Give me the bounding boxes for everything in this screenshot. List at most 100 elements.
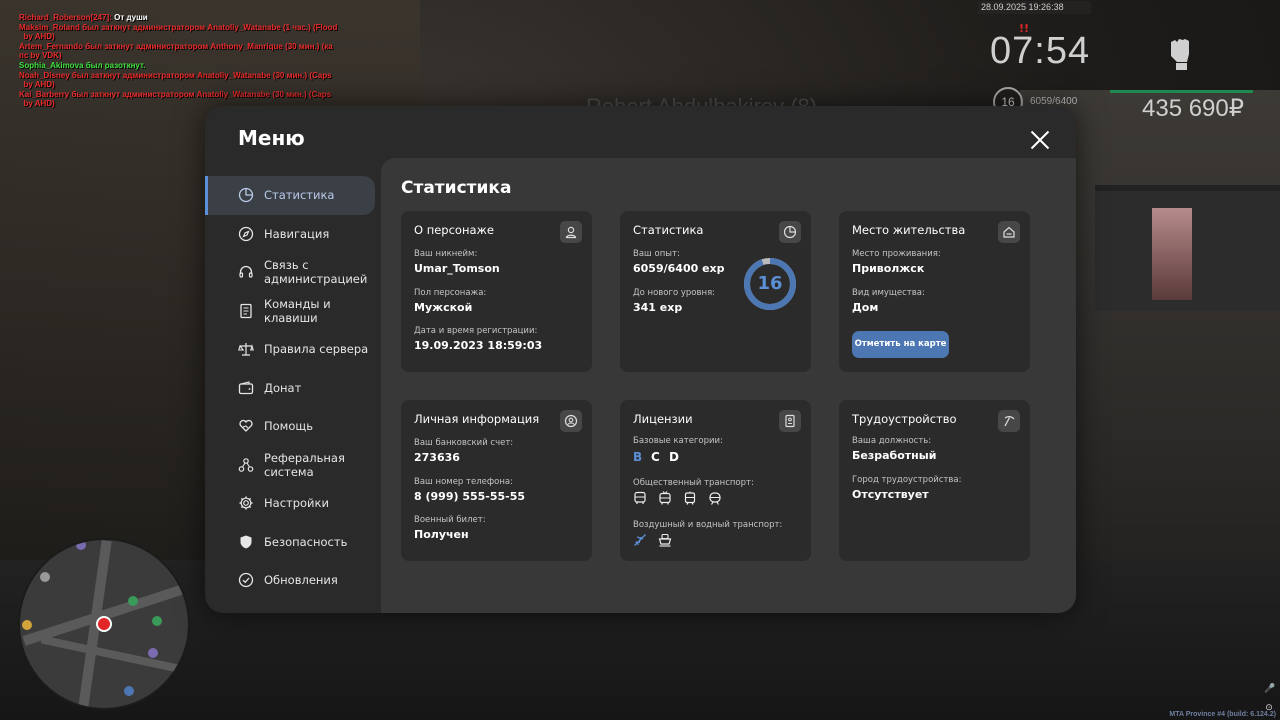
map-marker-icon bbox=[76, 540, 86, 550]
close-icon[interactable] bbox=[1028, 128, 1052, 152]
chat-line: Sophia_Akimova был разоткнут. bbox=[19, 61, 339, 71]
card-residence: Место жительства Место проживания: Приво… bbox=[839, 211, 1030, 372]
shield-icon bbox=[240, 535, 252, 549]
content-area: Статистика О персонаже Ваш никнейм: Umar… bbox=[381, 158, 1076, 613]
mark-on-map-button[interactable]: Отметить на карте bbox=[852, 331, 949, 358]
menu-title: Меню bbox=[238, 126, 305, 150]
chat-line: Artem_Fernando был заткнут администратор… bbox=[19, 42, 339, 61]
hud-datetime: 28.09.2025 19:26:38 bbox=[978, 1, 1091, 14]
sidebar-item[interactable]: Помощь bbox=[205, 407, 381, 446]
minimap[interactable] bbox=[18, 538, 190, 710]
plane-icon bbox=[634, 534, 646, 546]
field-label: Ваш опыт: bbox=[633, 249, 680, 259]
sidebar-item-label: Безопасность bbox=[264, 534, 348, 549]
phone-value: 8 (999) 555-55-55 bbox=[414, 490, 526, 503]
map-marker-icon bbox=[148, 648, 158, 658]
pickaxe-icon bbox=[998, 410, 1020, 432]
sidebar-item[interactable]: Безопасность bbox=[205, 523, 381, 562]
card-licenses: Лицензии Базовые категории: BCD Обществе… bbox=[620, 400, 811, 561]
license-category: D bbox=[669, 450, 679, 464]
sidebar-item-label: Настройки bbox=[264, 496, 329, 511]
sidebar-item[interactable]: Настройки bbox=[205, 484, 381, 523]
field-label: Место проживания: bbox=[852, 249, 941, 259]
chat-text: Sophia_Akimova был разоткнут. bbox=[19, 60, 146, 70]
id-card-icon bbox=[779, 410, 801, 432]
sidebar-item-label: Правила сервера bbox=[264, 342, 369, 357]
position-value: Безработный bbox=[852, 449, 937, 462]
map-marker-icon bbox=[152, 616, 162, 626]
sidebar-item-label: Статистика bbox=[264, 188, 335, 203]
license-category: B bbox=[633, 450, 643, 464]
network-icon bbox=[238, 457, 254, 472]
sidebar-item-label: Донат bbox=[264, 380, 302, 395]
field-label: Военный билет: bbox=[414, 515, 486, 525]
chat-text: Richard_Roberson[247]: bbox=[19, 13, 115, 22]
nickname-value: Umar_Tomson bbox=[414, 262, 500, 275]
sidebar-item[interactable]: Команды и клавиши bbox=[205, 292, 381, 331]
field-label: Базовые категории: bbox=[633, 436, 723, 446]
chat-text: Maksim_Roland был заткнут администраторо… bbox=[19, 22, 338, 42]
card-stats: Статистика Ваш опыт: 6059/6400 exp До но… bbox=[620, 211, 811, 372]
chat-line: Noah_Disney был заткнут администратором … bbox=[19, 71, 339, 90]
card-title: Трудоустройство bbox=[852, 412, 957, 426]
residence-value: Приволжск bbox=[852, 262, 925, 275]
chat-text: Artem_Fernando был заткнут администратор… bbox=[19, 41, 333, 61]
hud-clock: 07:54 bbox=[990, 30, 1091, 72]
chat-line: Richard_Roberson[247]: От души bbox=[19, 13, 339, 23]
compass-icon bbox=[238, 226, 254, 241]
card-title: Место жительства bbox=[852, 223, 966, 237]
sidebar-item-label: Связь с администрацией bbox=[264, 258, 368, 287]
sidebar-item-label: Навигация bbox=[264, 226, 330, 241]
field-label: Ваша должность: bbox=[852, 436, 932, 446]
map-marker-icon bbox=[40, 572, 50, 582]
map-marker-icon bbox=[22, 620, 32, 630]
card-title: Лицензии bbox=[633, 412, 693, 426]
build-info: MTA Province #4 (build: 6.124.2) bbox=[1169, 711, 1276, 718]
wallet-icon bbox=[238, 381, 254, 394]
card-title: Личная информация bbox=[414, 412, 540, 426]
military-id-value: Получен bbox=[414, 528, 469, 541]
field-label: Пол персонажа: bbox=[414, 288, 487, 298]
sidebar-item[interactable]: Навигация bbox=[205, 215, 381, 254]
property-type-value: Дом bbox=[852, 301, 879, 314]
tram-icon bbox=[684, 491, 696, 505]
chat-line: Maksim_Roland был заткнут администраторо… bbox=[19, 23, 339, 42]
boat-icon bbox=[658, 533, 672, 547]
sidebar-item[interactable]: Связь с администрацией bbox=[205, 253, 381, 292]
map-marker-icon bbox=[128, 596, 138, 606]
fist-icon bbox=[1171, 39, 1189, 70]
chat-text: Noah_Disney был заткнут администратором … bbox=[19, 70, 332, 90]
next-level-value: 341 exp bbox=[633, 301, 683, 314]
menu-panel: Меню Статистика Навигация Связь с админист… bbox=[205, 106, 1076, 613]
field-label: Ваш номер телефона: bbox=[414, 477, 513, 487]
sidebar-item-label: Реферальная система bbox=[264, 450, 345, 479]
sidebar-item[interactable]: Правила сервера bbox=[205, 330, 381, 369]
pie-chart-icon bbox=[238, 188, 254, 203]
bus-icon bbox=[634, 491, 646, 504]
document-icon bbox=[240, 303, 252, 318]
microphone-icon: 🎤 bbox=[1264, 684, 1276, 694]
hud-money: 435 690₽ bbox=[1142, 95, 1245, 122]
chat-text: От души bbox=[114, 13, 148, 22]
sidebar-item-label: Команды и клавиши bbox=[264, 296, 331, 325]
home-icon bbox=[998, 221, 1020, 243]
heart-hand-icon bbox=[239, 420, 253, 433]
field-label: Город трудоустройства: bbox=[852, 475, 962, 485]
sidebar-item[interactable]: Донат bbox=[205, 369, 381, 408]
field-label: Воздушный и водный транспорт: bbox=[633, 520, 783, 530]
content-title: Статистика bbox=[401, 178, 512, 198]
sidebar-item-label: Помощь bbox=[264, 419, 314, 434]
level-number: 16 bbox=[757, 273, 783, 294]
metro-icon bbox=[709, 492, 721, 505]
sidebar-item[interactable]: Реферальная система bbox=[205, 446, 381, 485]
background-poster bbox=[1152, 208, 1192, 300]
card-character: О персонаже Ваш никнейм: Umar_Tomson Пол… bbox=[401, 211, 592, 372]
card-employment: Трудоустройство Ваша должность: Безработ… bbox=[839, 400, 1030, 561]
card-personal: Личная информация Ваш банковский счет: 2… bbox=[401, 400, 592, 561]
sidebar-item[interactable]: Статистика bbox=[205, 176, 375, 215]
sidebar-item[interactable]: Обновления bbox=[205, 561, 381, 600]
pie-chart-icon bbox=[779, 221, 801, 243]
menu-sidebar: Статистика Навигация Связь с администрацие… bbox=[205, 176, 381, 600]
gender-value: Мужской bbox=[414, 301, 473, 314]
field-label: Ваш банковский счет: bbox=[414, 438, 514, 448]
